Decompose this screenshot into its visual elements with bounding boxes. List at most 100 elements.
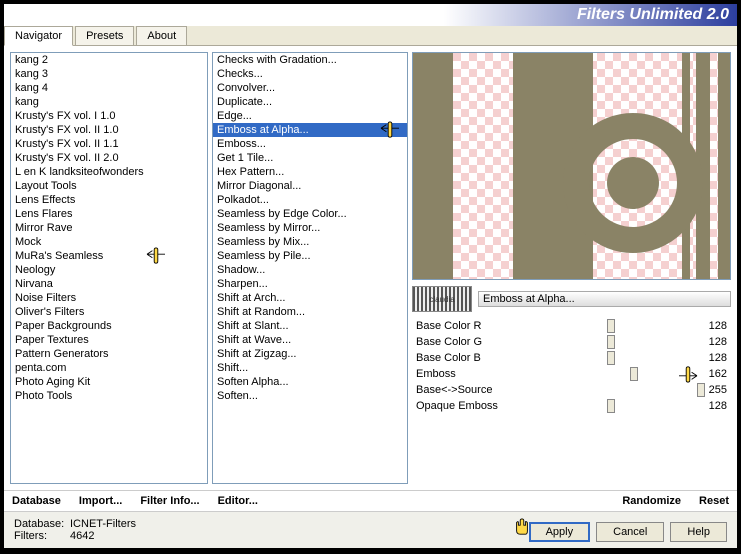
filter-item[interactable]: Checks with Gradation...	[213, 53, 407, 67]
param-label: Base Color R	[416, 320, 516, 332]
titlebar: Filters Unlimited 2.0	[4, 4, 737, 26]
param-label: Base Color G	[416, 336, 516, 348]
category-item[interactable]: Mock	[11, 235, 207, 249]
filter-item[interactable]: Edge...	[213, 109, 407, 123]
param-label: Emboss	[416, 368, 516, 380]
filter-item[interactable]: Shift at Random...	[213, 305, 407, 319]
category-item[interactable]: Layout Tools	[11, 179, 207, 193]
category-item[interactable]: Noise Filters	[11, 291, 207, 305]
filter-item[interactable]: Shadow...	[213, 263, 407, 277]
randomize-button[interactable]: Randomize	[622, 495, 681, 507]
param-label: Base<->Source	[416, 384, 516, 396]
toolbar-row: Database Import... Filter Info... Editor…	[4, 490, 737, 511]
filter-item[interactable]: Mirror Diagonal...	[213, 179, 407, 193]
filter-item[interactable]: Shift...	[213, 361, 407, 375]
selected-filter-name: Emboss at Alpha...	[478, 291, 731, 307]
filters-label: Filters:	[14, 530, 70, 542]
filter-item[interactable]: Emboss...	[213, 137, 407, 151]
category-item[interactable]: kang 2	[11, 53, 207, 67]
param-slider[interactable]	[516, 335, 697, 349]
category-item[interactable]: Krusty's FX vol. II 2.0	[11, 151, 207, 165]
filter-item[interactable]: Convolver...	[213, 81, 407, 95]
database-info: Database:ICNET-Filters Filters:4642	[14, 518, 523, 542]
filter-item[interactable]: Emboss at Alpha...	[213, 123, 407, 137]
tab-bar: Navigator Presets About	[4, 26, 737, 46]
filter-item[interactable]: Shift at Arch...	[213, 291, 407, 305]
param-slider[interactable]	[516, 399, 697, 413]
param-slider[interactable]	[516, 351, 697, 365]
filter-info-button[interactable]: Filter Info...	[140, 495, 199, 507]
param-value: 162	[697, 368, 727, 380]
editor-button[interactable]: Editor...	[218, 495, 258, 507]
filter-item[interactable]: Seamless by Mirror...	[213, 221, 407, 235]
param-row: Base<->Source255	[412, 382, 731, 398]
tab-navigator[interactable]: Navigator	[4, 26, 73, 46]
category-item[interactable]: Lens Effects	[11, 193, 207, 207]
category-item[interactable]: Pattern Generators	[11, 347, 207, 361]
category-item[interactable]: kang 3	[11, 67, 207, 81]
filter-item[interactable]: Shift at Slant...	[213, 319, 407, 333]
cancel-button[interactable]: Cancel	[596, 522, 664, 542]
help-button[interactable]: Help	[670, 522, 727, 542]
param-row: Opaque Emboss 128	[412, 398, 731, 414]
category-item[interactable]: Mirror Rave	[11, 221, 207, 235]
database-label: Database:	[14, 518, 70, 530]
category-item[interactable]: Paper Textures	[11, 333, 207, 347]
parameter-list: Base Color R128Base Color G128Base Color…	[412, 318, 731, 484]
param-value: 128	[697, 320, 727, 332]
filter-item[interactable]: Shift at Wave...	[213, 333, 407, 347]
filter-item[interactable]: Polkadot...	[213, 193, 407, 207]
param-value: 128	[697, 352, 727, 364]
param-slider[interactable]	[516, 367, 697, 381]
param-slider[interactable]	[516, 383, 697, 397]
category-item[interactable]: kang 4	[11, 81, 207, 95]
status-bar: Database:ICNET-Filters Filters:4642 Appl…	[4, 511, 737, 548]
category-item[interactable]: Neology	[11, 263, 207, 277]
category-item[interactable]: Paper Backgrounds	[11, 319, 207, 333]
selected-filter-row: claudia Emboss at Alpha...	[412, 284, 731, 314]
author-logo: claudia	[412, 286, 472, 312]
param-slider[interactable]	[516, 319, 697, 333]
app-title: Filters Unlimited 2.0	[577, 6, 729, 24]
filter-item[interactable]: Seamless by Pile...	[213, 249, 407, 263]
filter-item[interactable]: Seamless by Edge Color...	[213, 207, 407, 221]
import-button[interactable]: Import...	[79, 495, 122, 507]
filter-preview	[412, 52, 731, 280]
filter-item[interactable]: Soften Alpha...	[213, 375, 407, 389]
filter-list[interactable]: Checks with Gradation...Checks...Convolv…	[212, 52, 408, 484]
category-item[interactable]: Photo Tools	[11, 389, 207, 403]
category-item[interactable]: MuRa's Seamless	[11, 249, 207, 263]
tab-about[interactable]: About	[136, 26, 187, 45]
reset-button[interactable]: Reset	[699, 495, 729, 507]
category-item[interactable]: Krusty's FX vol. II 1.1	[11, 137, 207, 151]
param-value: 128	[697, 400, 727, 412]
category-item[interactable]: Photo Aging Kit	[11, 375, 207, 389]
database-value: ICNET-Filters	[70, 518, 136, 530]
database-button[interactable]: Database	[12, 495, 61, 507]
tab-presets[interactable]: Presets	[75, 26, 134, 45]
category-item[interactable]: Krusty's FX vol. II 1.0	[11, 123, 207, 137]
category-item[interactable]: Nirvana	[11, 277, 207, 291]
apply-button[interactable]: Apply	[529, 522, 591, 542]
param-value: 128	[697, 336, 727, 348]
filter-item[interactable]: Seamless by Mix...	[213, 235, 407, 249]
filter-item[interactable]: Sharpen...	[213, 277, 407, 291]
param-row: Base Color R 128	[412, 318, 731, 334]
category-item[interactable]: Lens Flares	[11, 207, 207, 221]
filters-unlimited-window: Filters Unlimited 2.0 Navigator Presets …	[2, 2, 739, 550]
filter-item[interactable]: Get 1 Tile...	[213, 151, 407, 165]
filter-item[interactable]: Checks...	[213, 67, 407, 81]
category-item[interactable]: L en K landksiteofwonders	[11, 165, 207, 179]
param-row: Base Color G 128	[412, 334, 731, 350]
filter-item[interactable]: Shift at Zigzag...	[213, 347, 407, 361]
filter-item[interactable]: Soften...	[213, 389, 407, 403]
filter-item[interactable]: Duplicate...	[213, 95, 407, 109]
category-item[interactable]: kang	[11, 95, 207, 109]
category-item[interactable]: Oliver's Filters	[11, 305, 207, 319]
filter-item[interactable]: Hex Pattern...	[213, 165, 407, 179]
category-item[interactable]: Krusty's FX vol. I 1.0	[11, 109, 207, 123]
param-label: Opaque Emboss	[416, 400, 516, 412]
category-item[interactable]: penta.com	[11, 361, 207, 375]
category-list[interactable]: kang 2kang 3kang 4kangKrusty's FX vol. I…	[10, 52, 208, 484]
param-row: Base Color B128	[412, 350, 731, 366]
